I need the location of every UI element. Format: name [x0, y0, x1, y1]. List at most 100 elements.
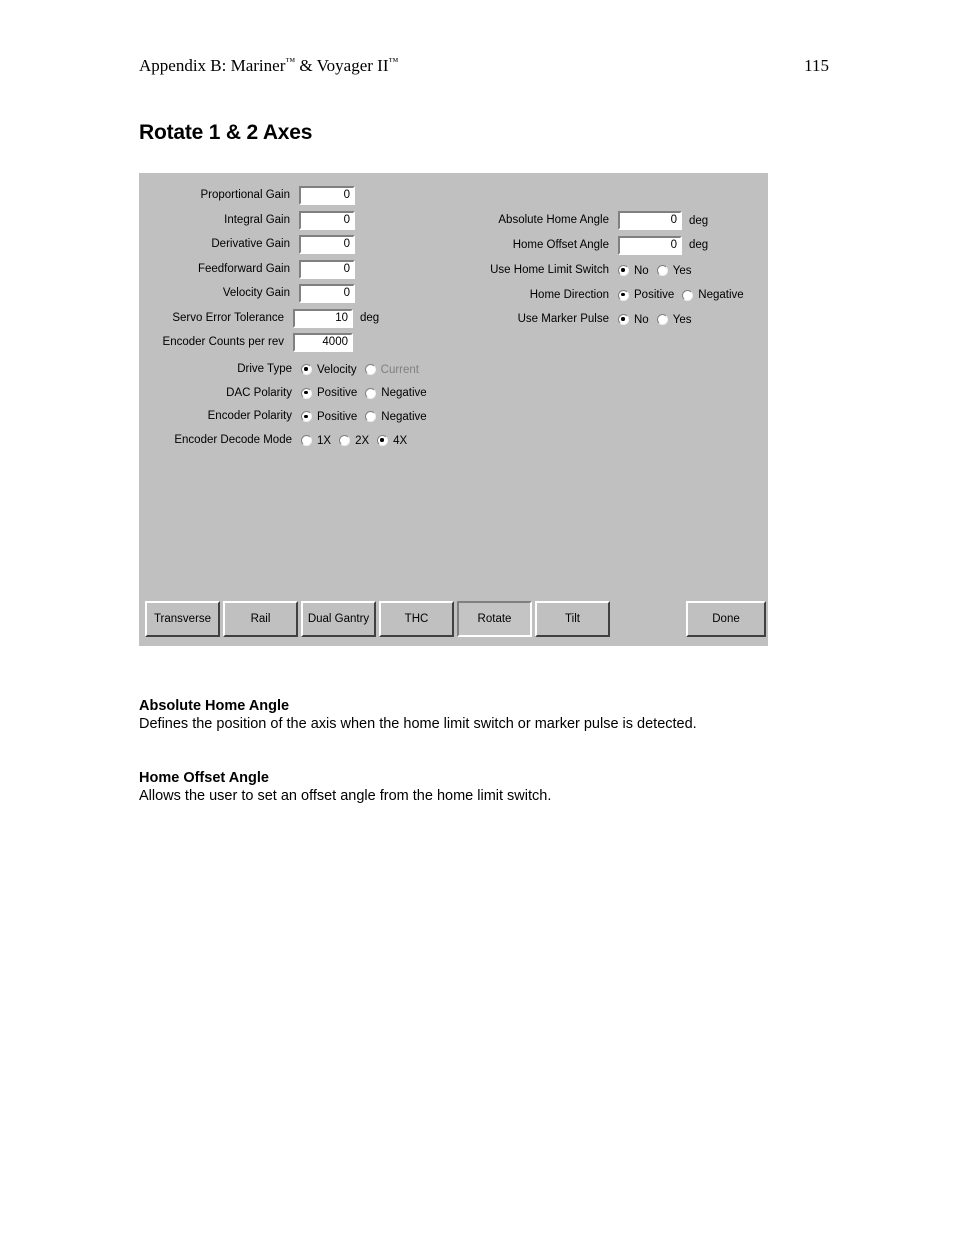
radio-row-use-home-limit-switch: Use Home Limit Switch No Yes [469, 261, 699, 280]
radio-drive-type-current: Current [364, 364, 419, 376]
button-dual-gantry[interactable]: Dual Gantry [301, 601, 376, 637]
definition-text: Allows the user to set an offset angle f… [139, 788, 552, 804]
definition-absolute-home-angle: Absolute Home Angle Defines the position… [139, 698, 697, 732]
radio-label: 4X [393, 434, 408, 447]
input-home-offset-angle[interactable]: 0 [618, 235, 682, 255]
radio-encoder-polarity-positive[interactable]: Positive [301, 411, 357, 423]
radio-encoder-polarity-negative[interactable]: Negative [365, 410, 427, 423]
radio-button-icon[interactable] [301, 364, 312, 375]
header-title: Appendix B: Mariner™ & Voyager II™ [139, 56, 399, 75]
radio-drive-type-velocity[interactable]: Velocity [301, 364, 357, 376]
radio-label: 1X [317, 434, 332, 447]
radio-group-label-dac-polarity: DAC Polarity [226, 386, 292, 399]
field-label-proportional-gain: Proportional Gain [200, 189, 291, 201]
radio-use-marker-pulse-yes[interactable]: Yes [656, 314, 691, 326]
field-label-integral-gain: Integral Gain [224, 213, 290, 226]
radio-button-icon[interactable] [618, 314, 629, 325]
radio-button-icon[interactable] [365, 387, 377, 399]
radio-button-icon[interactable] [656, 265, 668, 276]
input-servo-error-tolerance[interactable]: 10 [293, 308, 353, 328]
input-feedforward-gain[interactable]: 0 [299, 259, 355, 279]
button-done[interactable]: Done [686, 601, 766, 637]
radio-label: No [634, 313, 649, 326]
radio-button-icon[interactable] [301, 387, 312, 399]
radio-button-icon[interactable] [301, 435, 312, 447]
radio-label: Yes [672, 264, 692, 277]
radio-button-icon[interactable] [618, 289, 629, 301]
radio-home-direction-negative[interactable]: Negative [682, 289, 744, 301]
radio-row-encoder-decode-mode: Encoder Decode Mode 1X 2X 4X [139, 431, 415, 450]
radio-dac-polarity-negative[interactable]: Negative [365, 387, 427, 400]
field-row-feedforward-gain: Feedforward Gain 0 [139, 259, 355, 279]
definition-term: Home Offset Angle [139, 770, 269, 786]
field-label-servo-error-tolerance: Servo Error Tolerance [172, 311, 284, 324]
field-label-derivative-gain: Derivative Gain [211, 238, 290, 250]
input-integral-gain[interactable]: 0 [299, 210, 355, 230]
field-row-proportional-gain: Proportional Gain 0 [139, 186, 355, 205]
radio-encoder-decode-mode-2x[interactable]: 2X [339, 435, 369, 447]
field-row-derivative-gain: Derivative Gain 0 [139, 235, 355, 254]
radio-dac-polarity-positive[interactable]: Positive [301, 387, 357, 399]
field-row-home-offset-angle: Home Offset Angle 0 deg [469, 235, 708, 255]
radio-button-icon[interactable] [618, 265, 629, 276]
field-label-encoder-counts-per-rev: Encoder Counts per rev [162, 336, 284, 348]
radio-home-direction-positive[interactable]: Positive [618, 289, 674, 301]
radio-button-icon[interactable] [301, 411, 312, 423]
radio-label: Negative [381, 410, 427, 423]
radio-group-use-marker-pulse: No Yes [618, 314, 699, 326]
radio-button-icon[interactable] [365, 411, 377, 423]
field-row-encoder-counts-per-rev: Encoder Counts per rev 4000 [139, 333, 353, 352]
radio-label: Positive [634, 289, 675, 301]
radio-row-encoder-polarity: Encoder Polarity Positive Negative [139, 407, 435, 426]
field-row-velocity-gain: Velocity Gain 0 [139, 284, 355, 303]
radio-label: Negative [381, 387, 427, 400]
radio-group-label-encoder-polarity: Encoder Polarity [207, 410, 292, 423]
button-tilt[interactable]: Tilt [535, 601, 610, 637]
radio-group-encoder-decode-mode: 1X 2X 4X [301, 435, 415, 447]
radio-group-drive-type: Velocity Current [301, 364, 427, 376]
radio-group-dac-polarity: Positive Negative [301, 387, 435, 399]
radio-use-marker-pulse-no[interactable]: No [618, 314, 649, 326]
radio-button-icon [364, 364, 376, 375]
field-label-feedforward-gain: Feedforward Gain [197, 262, 290, 275]
radio-row-use-marker-pulse: Use Marker Pulse No Yes [469, 310, 699, 329]
radio-button-icon[interactable] [377, 435, 389, 447]
radio-button-icon[interactable] [682, 289, 694, 301]
input-proportional-gain[interactable]: 0 [299, 186, 355, 205]
input-encoder-counts-per-rev[interactable]: 4000 [293, 333, 353, 352]
radio-group-label-drive-type: Drive Type [237, 363, 292, 375]
field-label-home-offset-angle: Home Offset Angle [512, 238, 609, 251]
radio-group-label-encoder-decode-mode: Encoder Decode Mode [174, 434, 292, 447]
radio-group-label-use-home-limit-switch: Use Home Limit Switch [490, 264, 609, 276]
field-row-absolute-home-angle: Absolute Home Angle 0 deg [469, 211, 708, 230]
radio-row-home-direction: Home Direction Positive Negative [469, 286, 752, 305]
radio-group-label-home-direction: Home Direction [529, 288, 609, 301]
radio-button-icon[interactable] [656, 314, 668, 325]
radio-button-icon[interactable] [339, 435, 351, 447]
input-absolute-home-angle[interactable]: 0 [618, 211, 682, 230]
unit-label-servo-error-tolerance: deg [360, 312, 380, 324]
radio-label: Positive [317, 387, 358, 400]
radio-encoder-decode-mode-1x[interactable]: 1X [301, 435, 331, 447]
radio-label: 2X [355, 434, 370, 447]
button-thc[interactable]: THC [379, 601, 454, 637]
field-row-servo-error-tolerance: Servo Error Tolerance 10 deg [139, 308, 380, 328]
button-rail[interactable]: Rail [223, 601, 298, 637]
field-label-velocity-gain: Velocity Gain [222, 287, 290, 299]
button-transverse[interactable]: Transverse [145, 601, 220, 637]
radio-use-home-limit-switch-yes[interactable]: Yes [656, 264, 692, 277]
radio-encoder-decode-mode-4x[interactable]: 4X [377, 435, 407, 447]
button-rotate[interactable]: Rotate [457, 601, 532, 637]
radio-use-home-limit-switch-no[interactable]: No [618, 265, 649, 277]
radio-group-label-use-marker-pulse: Use Marker Pulse [517, 313, 609, 325]
input-velocity-gain[interactable]: 0 [299, 284, 355, 303]
page-running-header: Appendix B: Mariner™ & Voyager II™ 115 [139, 54, 829, 78]
page-number: 115 [804, 56, 829, 75]
definition-text: Defines the position of the axis when th… [139, 716, 697, 732]
input-derivative-gain[interactable]: 0 [299, 235, 355, 254]
definition-home-offset-angle: Home Offset Angle Allows the user to set… [139, 770, 551, 804]
radio-label: Positive [317, 410, 358, 423]
page-title: Rotate 1 & 2 Axes [139, 121, 313, 144]
radio-label: No [634, 264, 649, 277]
radio-label: Velocity [317, 363, 357, 376]
